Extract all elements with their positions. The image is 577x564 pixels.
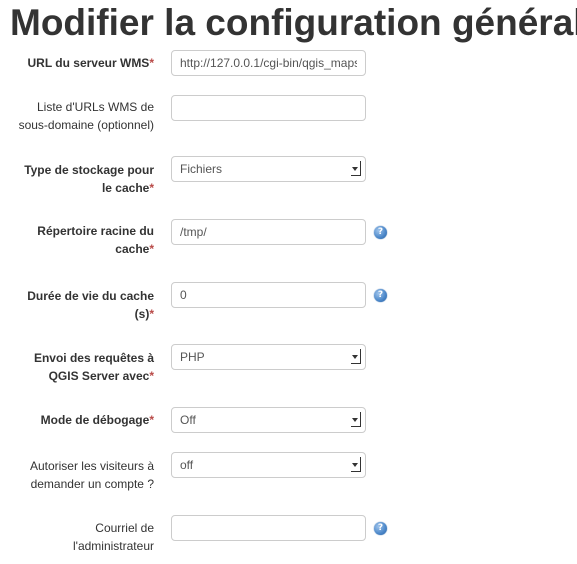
cache-storage-label: Type de stockage pour le cache*	[24, 163, 154, 195]
debug-mode-selected-value: Off	[180, 413, 196, 427]
wms-url-input[interactable]	[171, 50, 366, 76]
help-question-icon[interactable]: ?	[374, 289, 387, 302]
chevron-down-icon	[351, 161, 361, 176]
required-marker: *	[149, 242, 154, 256]
allow-signup-select[interactable]: off	[171, 452, 366, 478]
debug-mode-label: Mode de débogage*	[40, 413, 154, 427]
cache-root-label: Répertoire racine du cache*	[37, 224, 154, 256]
cache-storage-selected-value: Fichiers	[180, 162, 223, 176]
cache-ttl-input[interactable]	[171, 282, 366, 308]
wms-subdomains-input[interactable]	[171, 95, 366, 121]
cache-root-input[interactable]	[171, 219, 366, 245]
cache-storage-select[interactable]: Fichiers	[171, 156, 366, 182]
help-question-icon[interactable]: ?	[374, 522, 387, 535]
chevron-down-icon	[351, 349, 361, 364]
qgis-request-select[interactable]: PHP	[171, 344, 366, 370]
page-title: Modifier la configuration générale	[10, 2, 577, 43]
wms-subdomains-label: Liste d'URLs WMS de sous-domaine (option…	[18, 100, 154, 132]
required-marker: *	[149, 369, 154, 383]
admin-email-label: Courriel de l'administrateur	[73, 521, 154, 553]
qgis-request-label: Envoi des requêtes à QGIS Server avec*	[33, 351, 154, 383]
required-marker: *	[149, 307, 154, 321]
allow-signup-label: Autoriser les visiteurs à demander un co…	[29, 459, 154, 491]
qgis-request-selected-value: PHP	[180, 350, 205, 364]
help-question-icon[interactable]: ?	[374, 226, 387, 239]
required-marker: *	[149, 413, 154, 427]
required-marker: *	[149, 56, 154, 70]
chevron-down-icon	[351, 412, 361, 427]
debug-mode-select[interactable]: Off	[171, 407, 366, 433]
allow-signup-selected-value: off	[180, 458, 194, 472]
chevron-down-icon	[351, 457, 361, 472]
cache-ttl-label: Durée de vie du cache (s)*	[27, 289, 154, 321]
admin-email-input[interactable]	[171, 515, 366, 541]
wms-url-label: URL du serveur WMS*	[27, 56, 154, 70]
required-marker: *	[149, 181, 154, 195]
